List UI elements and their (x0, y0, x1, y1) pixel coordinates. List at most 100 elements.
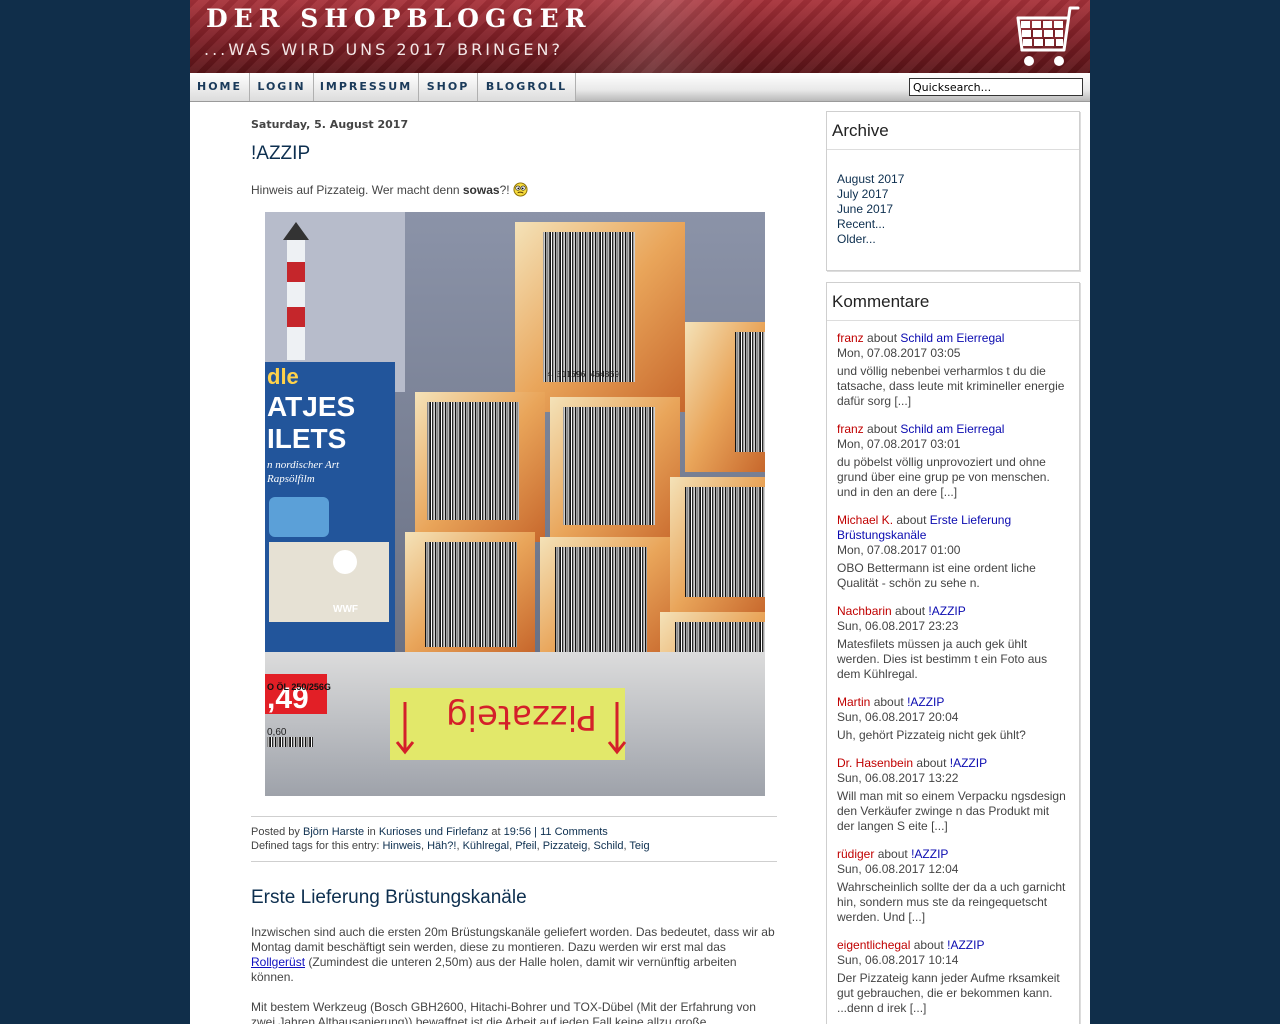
confused-smiley-icon (513, 182, 528, 197)
site-title[interactable]: DER SHOPBLOGGER (206, 4, 591, 33)
post-paragraph-text: (Zumindest die unteren 2,50m) aus der Ha… (251, 955, 737, 984)
post-intro: Hinweis auf Pizzateig. Wer macht denn so… (251, 182, 781, 198)
archive-box: Archive August 2017 July 2017 June 2017 … (826, 111, 1080, 271)
shopping-cart-icon (1016, 6, 1080, 66)
post-divider (251, 861, 777, 862)
tag-link[interactable]: Schild (594, 840, 624, 852)
page-wrapper: DER SHOPBLOGGER ...WAS WIRD UNS 2017 BRI… (190, 0, 1090, 1024)
package-text-oil: Rapsölfilm (266, 473, 315, 485)
tag-link[interactable]: Hinweis (382, 840, 421, 852)
comment-post-link[interactable]: !AZZIP (950, 756, 987, 770)
posted-by-label: Posted by (251, 826, 300, 838)
nav-shop[interactable]: SHOP (419, 73, 478, 101)
comment-text: Wahrscheinlich sollte der da a uch garni… (837, 880, 1066, 924)
post-paragraph: Mit bestem Werkzeug (Bosch GBH2600, Hita… (251, 1000, 756, 1024)
comment-post-link[interactable]: !AZZIP (911, 847, 948, 861)
comment-text: Matesfilets müssen ja auch gek ühlt werd… (837, 637, 1048, 681)
tags-label: Defined tags for this entry: (251, 840, 380, 852)
comment-text: Will man mit so einem Verpacku ngsdesign… (837, 789, 1066, 833)
comment-about: about (896, 513, 927, 527)
comment-post-link[interactable]: !AZZIP (907, 695, 944, 709)
comment-author[interactable]: eigentlichegal (837, 938, 910, 952)
post-tags: Defined tags for this entry: Hinweis, Hä… (251, 840, 650, 852)
comment-text: Uh, gehört Pizzateig nicht gek ühlt? (837, 728, 1026, 742)
tag-link[interactable]: Häh?! (427, 840, 456, 852)
nav-impressum[interactable]: IMPRESSUM (314, 73, 419, 101)
post-title[interactable]: !AZZIP (251, 143, 310, 165)
tag-link[interactable]: Kühlregal (463, 840, 509, 852)
comment-about: about (895, 604, 926, 618)
at-label: at (491, 826, 501, 838)
shelf-label-text: O ÖL 250/256G (267, 682, 331, 692)
tag-link[interactable]: Pfeil (515, 840, 536, 852)
comment-time: Mon, 07.08.2017 01:00 (837, 543, 961, 557)
comment-item: franz about Schild am Eierregal Mon, 07.… (837, 331, 1079, 409)
post-intro-bold: sowas (462, 183, 500, 197)
comment-author[interactable]: franz (837, 331, 864, 345)
comment-post-link[interactable]: Schild am Eierregal (900, 422, 1004, 436)
comment-post-link[interactable]: !AZZIP (947, 938, 984, 952)
comment-time: Sun, 06.08.2017 13:22 (837, 771, 959, 785)
comment-about: about (873, 695, 904, 709)
post-date: Saturday, 5. August 2017 (251, 118, 409, 131)
comment-post-link[interactable]: Schild am Eierregal (900, 331, 1004, 345)
nav-login[interactable]: LOGIN (250, 73, 314, 101)
comment-author[interactable]: Nachbarin (837, 604, 892, 618)
package-text-atjes: ATJES (267, 391, 355, 422)
barcode-number: 4 311596 464869 (547, 370, 619, 379)
archive-list: August 2017 July 2017 June 2017 Recent..… (827, 150, 1079, 247)
post-intro-suffix: ?! (499, 183, 510, 197)
nav-home[interactable]: HOME (190, 73, 250, 101)
comment-text: und völlig nebenbei verharmlos t du die … (837, 364, 1065, 408)
comment-item: Michael K. about Erste Lieferung Brüstun… (837, 513, 1079, 591)
quicksearch-input[interactable] (909, 78, 1083, 96)
site-header: DER SHOPBLOGGER ...WAS WIRD UNS 2017 BRI… (190, 0, 1090, 73)
comment-author[interactable]: Martin (837, 695, 870, 709)
site-subtitle: ...WAS WIRD UNS 2017 BRINGEN? (204, 40, 563, 59)
post-paragraph: Inzwischen sind auch die ersten 20m Brüs… (251, 925, 779, 985)
nav-blogroll[interactable]: BLOGROLL (478, 73, 576, 101)
post-photo[interactable]: dle ATJES ILETS n nordischer Art Rapsölf… (265, 212, 765, 796)
comment-author[interactable]: Michael K. (837, 513, 893, 527)
post-title[interactable]: Erste Lieferung Brüstungskanäle (251, 887, 527, 909)
archive-link[interactable]: August 2017 (837, 172, 1079, 187)
archive-link[interactable]: Recent... (837, 217, 1079, 232)
comment-about: about (913, 938, 944, 952)
comment-about: about (867, 331, 898, 345)
comments-title: Kommentare (827, 283, 1079, 321)
permalink-time[interactable]: 19:56 (504, 826, 532, 838)
author-link[interactable]: Björn Harste (303, 826, 364, 838)
rollgeruest-link[interactable]: Rollgerüst (251, 955, 305, 969)
comment-author[interactable]: Dr. Hasenbein (837, 756, 913, 770)
comments-box: Kommentare franz about Schild am Eierreg… (826, 282, 1080, 1024)
comment-item: Martin about !AZZIP Sun, 06.08.2017 20:0… (837, 695, 1079, 743)
category-link[interactable]: Kurioses und Firlefanz (379, 826, 488, 838)
comment-item: rüdiger about !AZZIP Sun, 06.08.2017 12:… (837, 847, 1079, 925)
tag-link[interactable]: Teig (629, 840, 649, 852)
comments-link[interactable]: 11 Comments (540, 826, 608, 838)
comment-time: Mon, 07.08.2017 03:05 (837, 346, 961, 360)
comment-author[interactable]: franz (837, 422, 864, 436)
comment-post-link[interactable]: !AZZIP (928, 604, 965, 618)
post-paragraph-text: Inzwischen sind auch die ersten 20m Brüs… (251, 925, 775, 954)
in-label: in (367, 826, 376, 838)
comment-time: Sun, 06.08.2017 12:04 (837, 862, 959, 876)
package-text-dle: dle (267, 364, 299, 389)
tag-link[interactable]: Pizzateig (543, 840, 588, 852)
archive-link[interactable]: June 2017 (837, 202, 1079, 217)
comment-text: du pöbelst völlig unprovoziert und ohne … (837, 455, 1050, 499)
post-intro-text: Hinweis auf Pizzateig. Wer macht denn (251, 183, 463, 197)
package-text-style: n nordischer Art (267, 459, 340, 471)
post-divider (251, 816, 777, 817)
comment-time: Sun, 06.08.2017 10:14 (837, 953, 959, 967)
archive-link[interactable]: Older... (837, 232, 1079, 247)
comment-about: about (877, 847, 908, 861)
wwf-logo: WWF (333, 604, 358, 615)
comment-item: franz about Schild am Eierregal Mon, 07.… (837, 422, 1079, 500)
comment-author[interactable]: rüdiger (837, 847, 874, 861)
archive-link[interactable]: July 2017 (837, 187, 1079, 202)
footer-separator: | (534, 826, 538, 838)
post-footer: Posted by Björn Harste in Kurioses und F… (251, 826, 608, 838)
pizzateig-handwritten-sign: Pizzateig (446, 697, 597, 737)
archive-title: Archive (827, 112, 1079, 150)
